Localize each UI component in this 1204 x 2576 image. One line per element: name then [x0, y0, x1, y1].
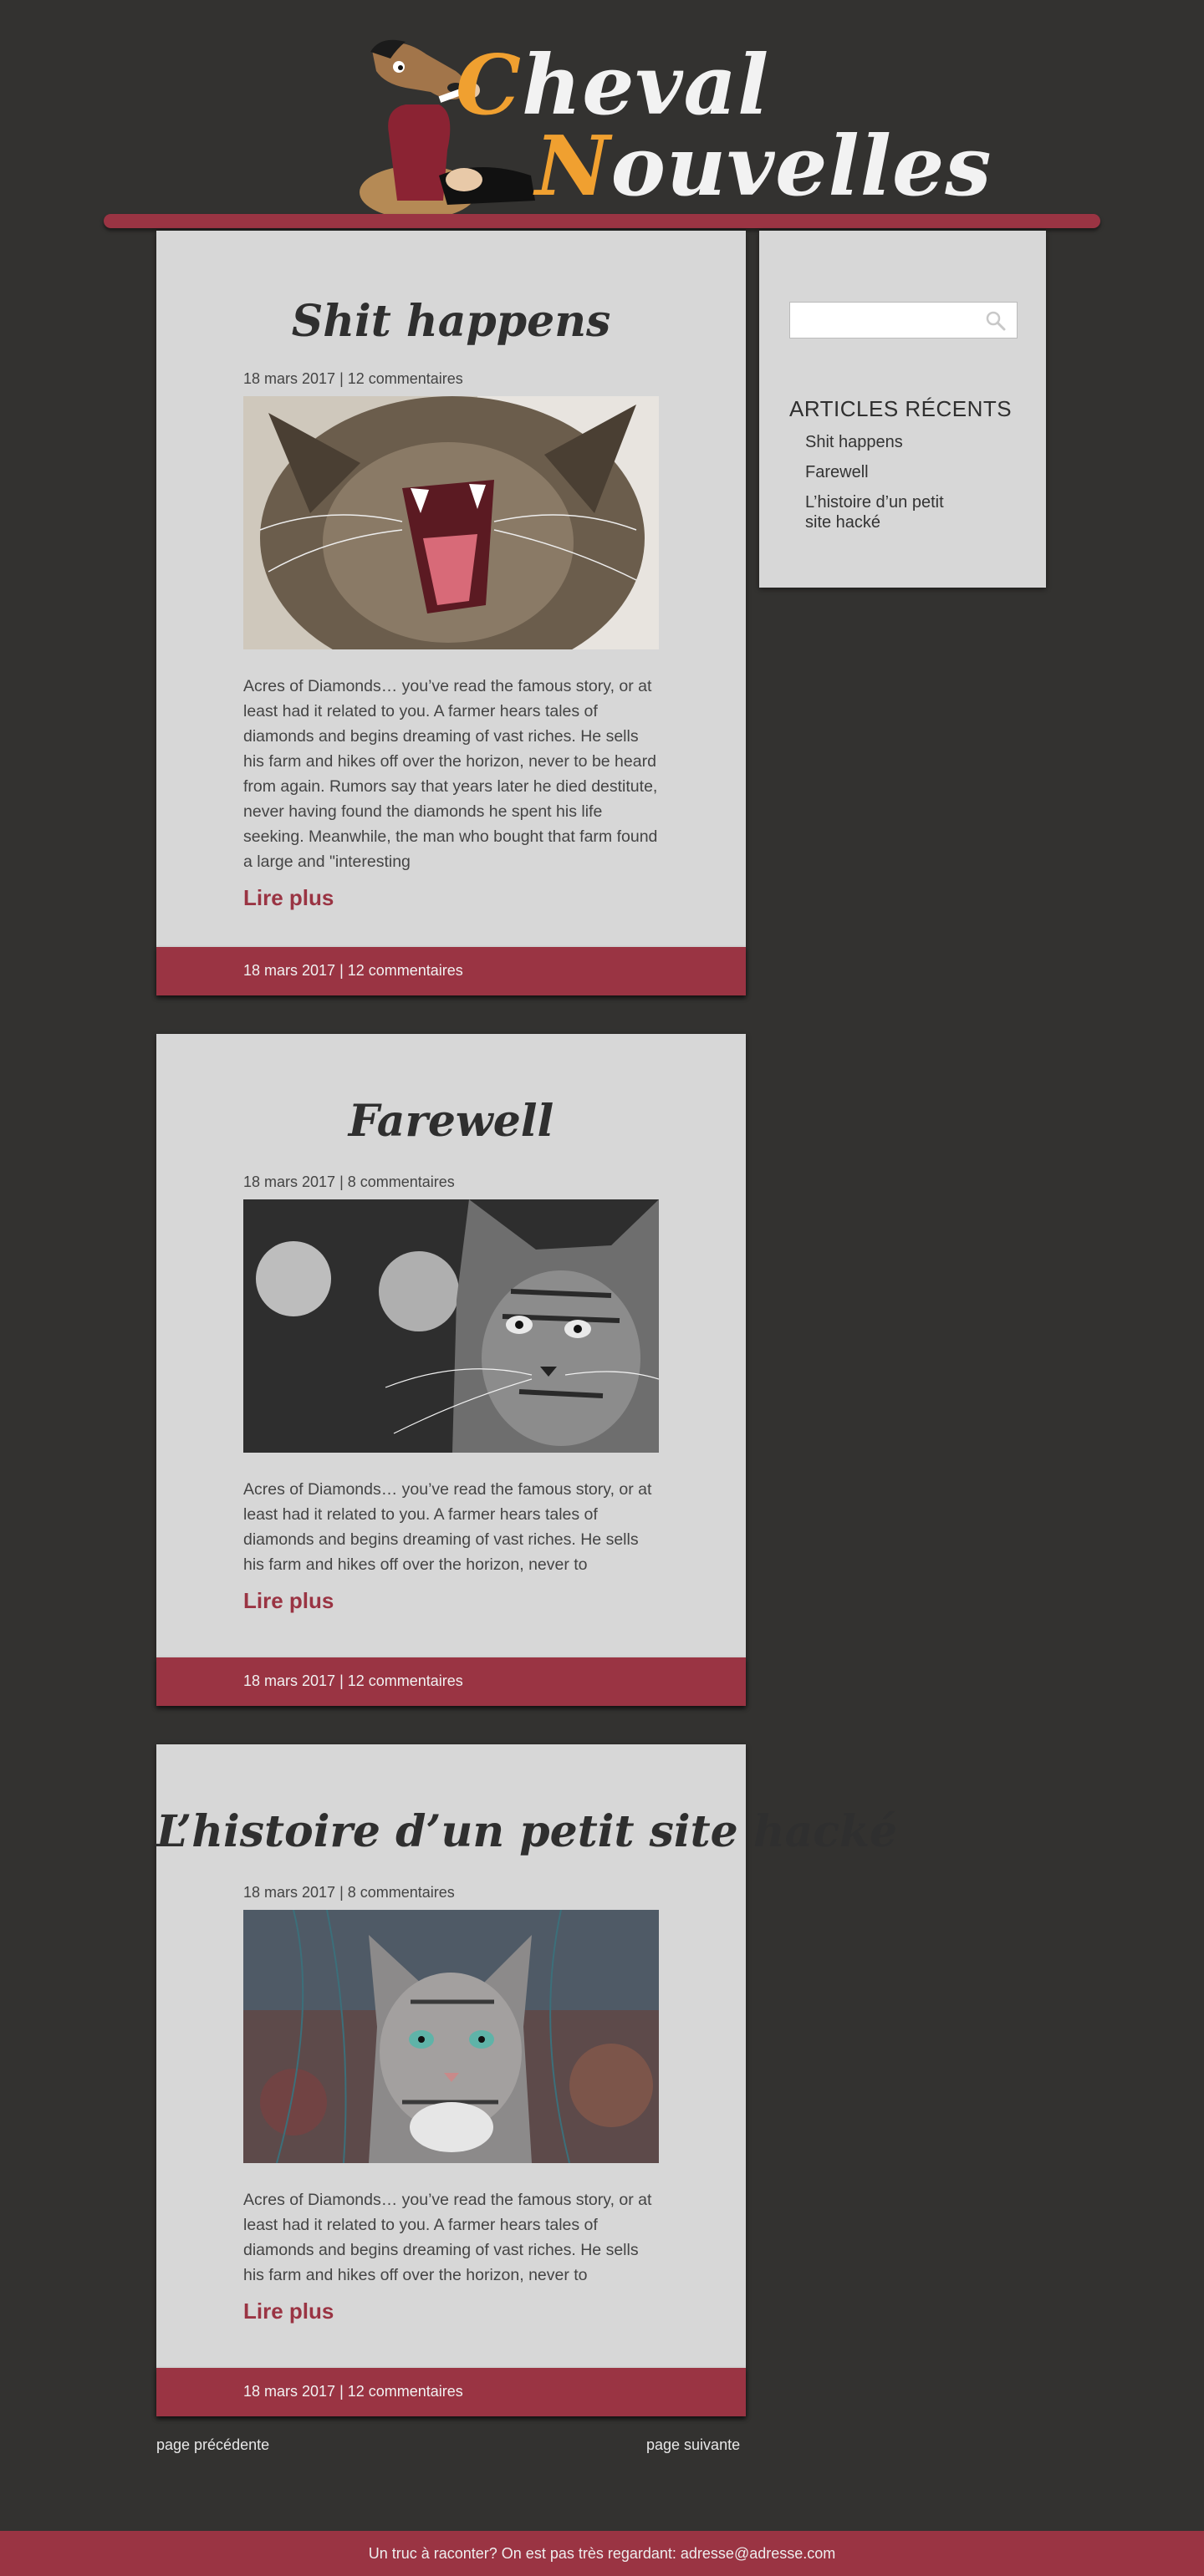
article-excerpt: Acres of Diamonds… you’ve read the famou…: [243, 677, 658, 871]
article-card: Farewell 18 mars 2017 | 8 commentaires A…: [156, 1034, 746, 1706]
site-header: Cheval Nouvelles: [0, 0, 1204, 230]
read-more-link[interactable]: Lire plus: [243, 2299, 334, 2324]
header-bar: [104, 214, 1100, 228]
article-image[interactable]: [243, 1910, 659, 2163]
recent-article-link[interactable]: L’histoire d’un petit site hacké: [805, 492, 972, 532]
sidebar: ARTICLES RÉCENTS Shit happens Farewell L…: [759, 231, 1046, 588]
article-footer-bar: 18 mars 2017 | 12 commentaires: [156, 1657, 746, 1706]
site-footer: Un truc à raconter? On est pas très rega…: [0, 2531, 1204, 2576]
recent-article-link[interactable]: Farewell: [805, 462, 972, 482]
article-footer-bar: 18 mars 2017 | 12 commentaires: [156, 947, 746, 995]
site-title-rest2: ouvelles: [610, 119, 992, 215]
site-title-cap1: C: [456, 38, 522, 134]
article-image[interactable]: [243, 1199, 659, 1453]
site-title-cap2: N: [535, 119, 611, 215]
article-footer-meta: 18 mars 2017 | 12 commentaires: [243, 1672, 463, 1689]
search-input[interactable]: [793, 308, 981, 334]
article-image[interactable]: [243, 396, 659, 649]
previous-page-link[interactable]: page précédente: [156, 2436, 269, 2454]
article-footer-meta: 18 mars 2017 | 12 commentaires: [243, 962, 463, 979]
article-excerpt: Acres of Diamonds… you’ve read the famou…: [243, 1480, 652, 1574]
recent-article-link[interactable]: Shit happens: [805, 432, 972, 452]
read-more-link[interactable]: Lire plus: [243, 885, 334, 911]
article-excerpt: Acres of Diamonds… you’ve read the famou…: [243, 2191, 652, 2284]
search-icon[interactable]: [985, 310, 1007, 332]
article-card: L’histoire d’un petit site hacké 18 mars…: [156, 1744, 897, 2416]
next-page-link[interactable]: page suivante: [646, 2436, 740, 2454]
search-box[interactable]: [789, 302, 1018, 339]
footer-contact-text[interactable]: Un truc à raconter? On est pas très rega…: [369, 2545, 836, 2562]
article-meta: 18 mars 2017 | 12 commentaires: [243, 370, 463, 387]
sidebar-heading: ARTICLES RÉCENTS: [789, 396, 1013, 421]
article-meta: 18 mars 2017 | 8 commentaires: [243, 1884, 455, 1901]
article-title[interactable]: Shit happens: [156, 296, 746, 347]
article-card: Shit happens 18 mars 2017 | 12 commentai…: [156, 231, 746, 995]
article-footer-bar: 18 mars 2017 | 12 commentaires: [156, 2368, 746, 2416]
article-title[interactable]: L’histoire d’un petit site hacké: [156, 1806, 897, 1857]
article-meta: 18 mars 2017 | 8 commentaires: [243, 1173, 455, 1190]
article-footer-meta: 18 mars 2017 | 12 commentaires: [243, 2383, 463, 2400]
site-title-line2[interactable]: Nouvelles: [535, 121, 992, 213]
recent-articles-list: Shit happens Farewell L’histoire d’un pe…: [805, 432, 972, 542]
read-more-link[interactable]: Lire plus: [243, 1588, 334, 1614]
article-title[interactable]: Farewell: [156, 1096, 746, 1147]
